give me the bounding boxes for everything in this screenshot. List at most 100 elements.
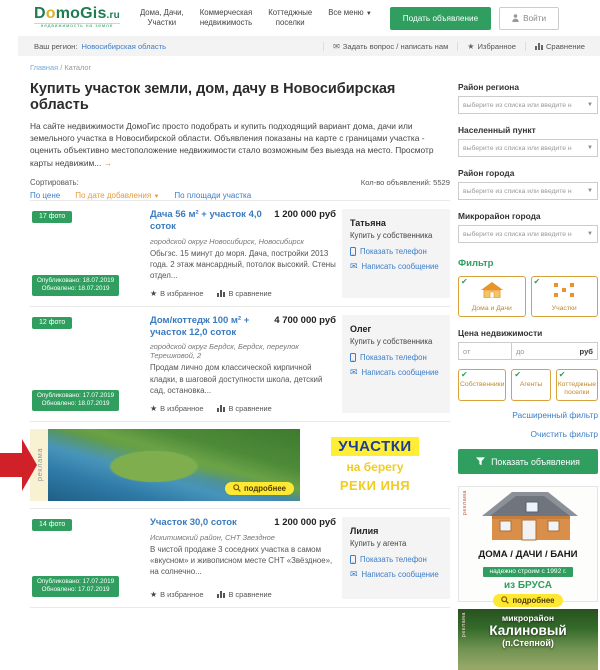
nav-homes-dachas-plots[interactable]: Дома, Дачи, Участки [140, 8, 184, 27]
listing-photo[interactable]: 17 фото Опубликовано: 18.07.2019 Обновле… [30, 209, 140, 298]
nav-all-menu[interactable]: Все меню ▼ [328, 8, 372, 27]
filter-owners-checkbox[interactable]: ✔ Собственники [458, 369, 506, 401]
nav-label: Дома, Дачи, [140, 8, 184, 18]
photo-count-badge: 17 фото [32, 211, 72, 223]
favorites-action-label: В избранное [160, 404, 203, 413]
favorites-label: Избранное [477, 42, 515, 51]
send-message-label: Написать сообщение [362, 262, 439, 271]
ad-title: ДОМА / ДАЧИ / БАНИ [459, 549, 597, 560]
clear-filter-link[interactable]: Очистить фильтр [458, 429, 598, 439]
show-phone-link[interactable]: Показать телефон [350, 353, 442, 362]
add-to-compare[interactable]: В сравнение [217, 289, 271, 298]
listing-title-link[interactable]: Дом/коттедж 100 м² + участок 12,0 соток [150, 315, 266, 339]
sort-by-area[interactable]: По площади участка [174, 191, 251, 200]
send-message-link[interactable]: ✉Написать сообщение [350, 367, 442, 378]
ad-banner[interactable]: реклама подробнее УЧАСТКИ на берегу РЕКИ… [30, 421, 450, 508]
filter-cottage-villages-checkbox[interactable]: ✔ Коттеджные поселки [556, 369, 598, 401]
add-to-compare[interactable]: В сравнение [217, 590, 271, 599]
show-phone-link[interactable]: Показать телефон [350, 555, 442, 564]
select-placeholder: выберите из списка или введите н [463, 102, 572, 109]
listing-photo[interactable]: 12 фото Опубликовано: 17.07.2019 Обновле… [30, 315, 140, 413]
add-to-compare[interactable]: В сравнение [217, 404, 271, 413]
compare-link[interactable]: Сравнение [525, 42, 594, 51]
chevron-down-icon: ▼ [587, 188, 593, 194]
checkmark-icon: ✔ [534, 277, 541, 286]
listing-photo[interactable]: 14 фото Опубликовано: 17.07.2019 Обновле… [30, 517, 140, 599]
filter-agents-checkbox[interactable]: ✔ Агенты [511, 369, 550, 401]
ad-line-3: (п.Степной) [458, 638, 598, 648]
listing-card: 17 фото Опубликовано: 18.07.2019 Обновле… [30, 200, 450, 306]
ad-subtitle: надежно строим с 1992 г. [483, 567, 572, 577]
nav-label: Все меню [328, 8, 363, 17]
show-phone-label: Показать телефон [360, 555, 427, 564]
login-label: Войти [523, 14, 546, 23]
sidebar-ad-kalinovy[interactable]: реклама микрорайон Калиновый (п.Степной)… [458, 609, 598, 670]
region-link[interactable]: Новосибирская область [81, 42, 166, 51]
show-listings-button[interactable]: Показать объявления [458, 449, 598, 474]
listing-price: 4 700 000 руб [274, 315, 336, 326]
logo-tagline: недвижимость на земле [34, 23, 120, 30]
show-phone-link[interactable]: Показать телефон [350, 247, 442, 256]
send-message-link[interactable]: ✉Написать сообщение [350, 261, 442, 272]
settlement-select[interactable]: выберите из списка или введите н▼ [458, 139, 598, 157]
advanced-filter-link[interactable]: Расширенный фильтр [458, 410, 598, 420]
nav-commercial[interactable]: Коммерческая недвижимость [200, 8, 253, 27]
logo-rest: moGis [56, 5, 107, 22]
price-unit-label: руб [580, 347, 597, 356]
sort-by-date[interactable]: По дате добавления ▼ [75, 191, 159, 200]
sort-by-price[interactable]: По цене [30, 191, 60, 200]
city-district-select[interactable]: выберите из списка или введите н ▼ [458, 182, 598, 200]
magnifier-icon [233, 484, 241, 492]
listing-description: Продам лично дом классической кирпичной … [150, 362, 336, 395]
microdistrict-select[interactable]: выберите из списка или введите н▼ [458, 225, 598, 243]
ask-question-label: Задать вопрос / написать нам [343, 42, 449, 51]
red-arrow-pointer [0, 437, 38, 493]
select-placeholder: выберите из списка или введите н [463, 188, 572, 195]
add-to-favorites[interactable]: ★В избранное [150, 289, 203, 298]
read-more-arrow[interactable]: → [104, 158, 112, 168]
listing-title-link[interactable]: Дача 56 м² + участок 4,0 соток [150, 209, 266, 233]
envelope-icon: ✉ [333, 42, 340, 51]
ad-banner-photo[interactable]: подробнее [48, 429, 300, 501]
filter-settlement-label: Населенный пункт [458, 125, 598, 135]
page: DomoGis.ru недвижимость на земле Дома, Д… [0, 0, 600, 670]
phone-icon [350, 247, 356, 256]
phone-icon [350, 555, 356, 564]
filter-plots-checkbox[interactable]: ✔ Участки [531, 276, 599, 317]
show-phone-label: Показать телефон [360, 353, 427, 362]
sidebar-ad-brus[interactable]: реклама ДОМА / ДАЧИ / БАНИ надежно строи… [458, 486, 598, 602]
add-to-favorites[interactable]: ★В избранное [150, 404, 203, 413]
ad-subline-2: РЕКИ ИНЯ [340, 478, 410, 493]
add-to-favorites[interactable]: ★В избранное [150, 590, 203, 599]
checkmark-icon: ✔ [514, 370, 521, 379]
filter-homes-dachas-checkbox[interactable]: ✔ Дома и Дачи [458, 276, 526, 317]
ad-label: реклама [35, 448, 44, 481]
listings-count: Кол-во объявлений: 5529 [361, 178, 450, 187]
region-district-select[interactable]: выберите из списка или введите н▼ [458, 96, 598, 114]
filter-sidebar: Район региона выберите из списка или вве… [458, 56, 600, 670]
ad-more-button[interactable]: подробнее [225, 482, 294, 495]
price-range-inputs: руб [458, 342, 598, 360]
login-button[interactable]: Войти [499, 7, 559, 30]
ask-question-link[interactable]: ✉ Задать вопрос / написать нам [323, 42, 457, 51]
seller-name: Олег [350, 324, 442, 334]
price-from-input[interactable] [459, 347, 511, 356]
post-ad-button[interactable]: Подать объявление [390, 7, 491, 30]
listing-title-link[interactable]: Участок 30,0 соток [150, 517, 266, 529]
price-to-input[interactable] [512, 347, 564, 356]
site-logo[interactable]: DomoGis.ru недвижимость на земле [34, 6, 120, 30]
checkmark-icon: ✔ [559, 370, 566, 379]
ad-banner-text[interactable]: УЧАСТКИ на берегу РЕКИ ИНЯ [300, 429, 450, 501]
page-title: Купить участок земли, дом, дачу в Новоси… [30, 81, 450, 113]
sort-label: Сортировать: [30, 178, 361, 187]
favorites-action-label: В избранное [160, 289, 203, 298]
nav-cottage-villages[interactable]: Коттеджные поселки [268, 8, 312, 27]
favorites-link[interactable]: ★ Избранное [457, 42, 525, 51]
envelope-icon: ✉ [350, 367, 358, 378]
breadcrumb-home[interactable]: Главная [30, 63, 58, 72]
send-message-link[interactable]: ✉Написать сообщение [350, 569, 442, 580]
listing-description: В чистой продаже 3 соседних участка в са… [150, 544, 336, 577]
ad-more-button[interactable]: подробнее [493, 594, 562, 607]
updated-date: Обновлено: 17.07.2019 [37, 586, 114, 595]
house-ad-illustration [474, 490, 582, 542]
